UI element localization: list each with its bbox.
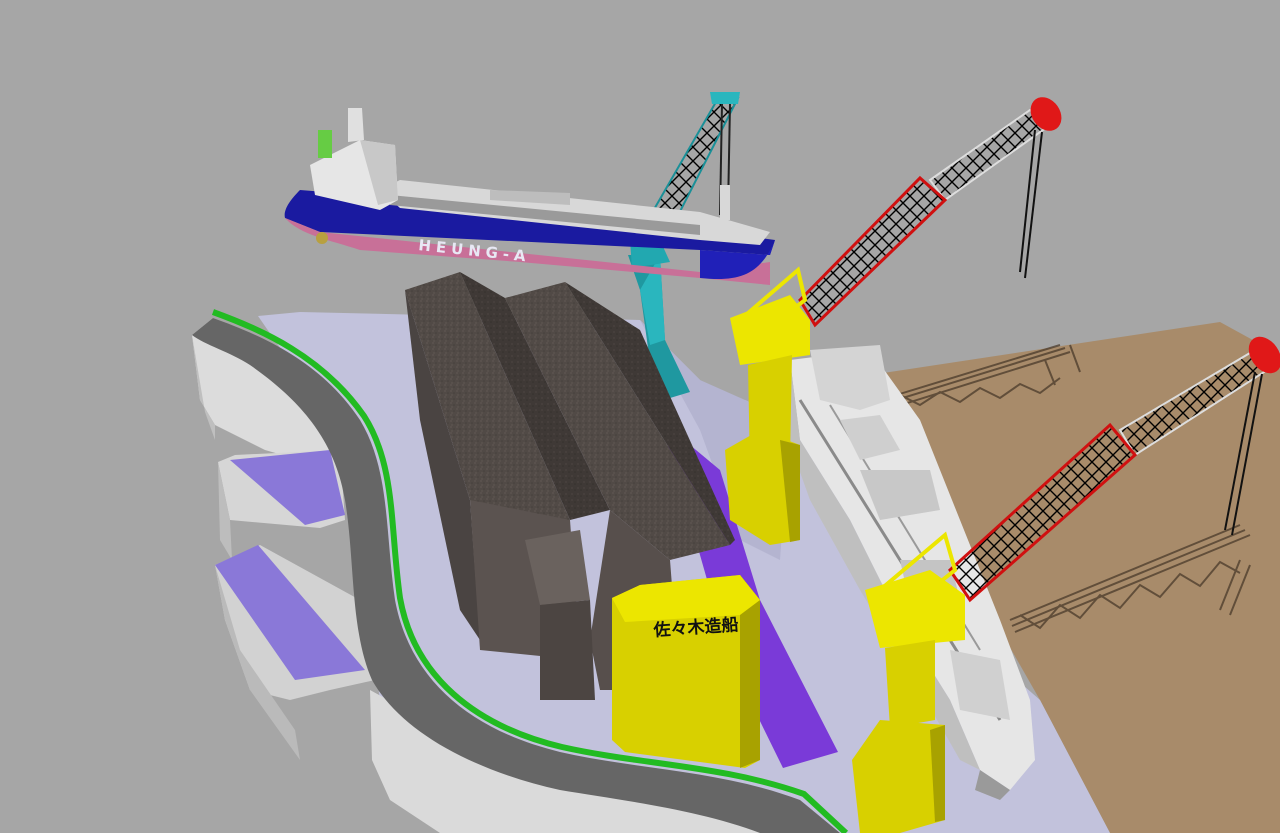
shipyard-scene: HEUNG-A 佐々木造船 bbox=[192, 92, 1280, 833]
office-building: 佐々木造船 bbox=[612, 575, 760, 768]
3d-viewport[interactable]: HEUNG-A 佐々木造船 bbox=[0, 0, 1280, 833]
